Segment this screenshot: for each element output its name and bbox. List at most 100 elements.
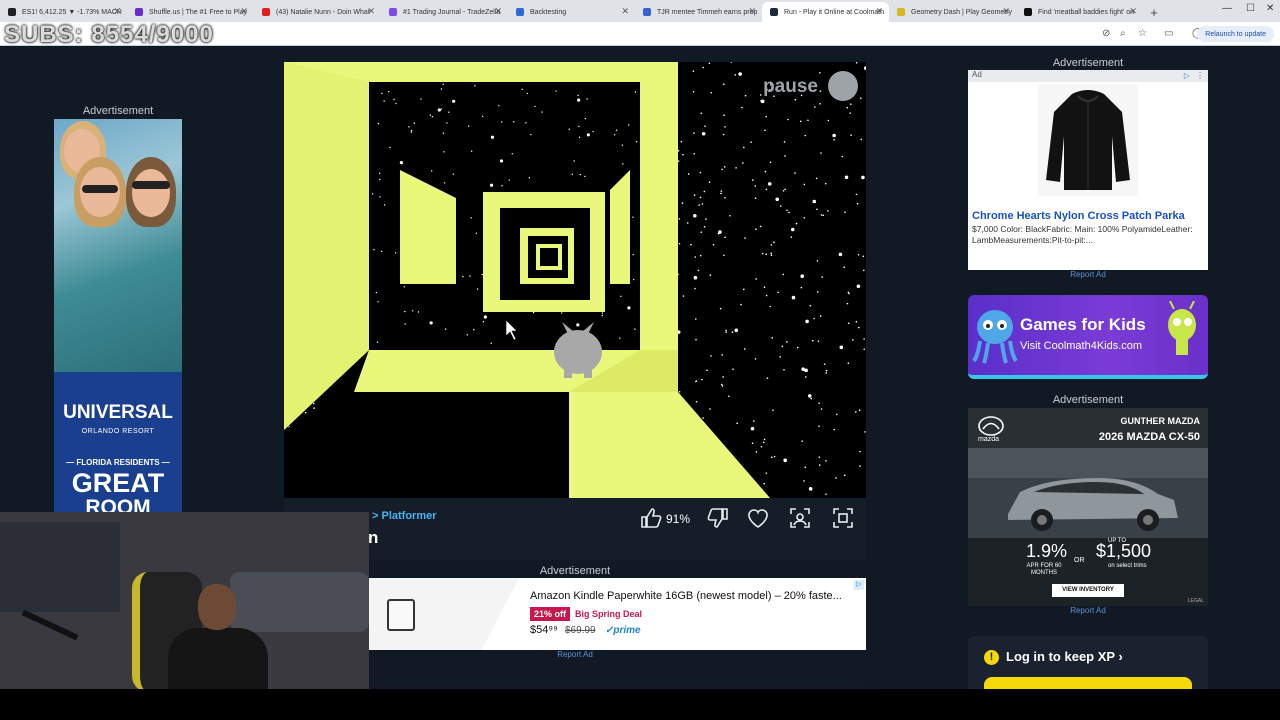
star [699,171,702,174]
games-for-kids-banner[interactable]: Games for Kids Visit Coolmath4Kids.com [968,295,1208,379]
bookmark-star-icon[interactable]: ☆ [1138,28,1147,39]
parka-ad[interactable]: Ad ▷ ⋮ Chrome Hearts Nylon Cross Patch P… [968,70,1208,270]
star [740,303,742,306]
login-keep-xp-link[interactable]: Log in to keep XP › [1006,649,1123,664]
browser-tab[interactable]: Geometry Dash | Play Geometry ✕ [889,2,1016,22]
star [724,197,726,199]
star [443,151,445,153]
maximize-icon[interactable]: ☐ [1246,3,1255,14]
tab-close-icon[interactable]: ✕ [494,6,502,17]
pause-button[interactable] [828,71,858,101]
parka-title[interactable]: Chrome Hearts Nylon Cross Patch Parka [972,210,1185,222]
star [820,408,823,410]
extension-icon[interactable]: ⊘ [1102,28,1110,39]
fullscreen-icon[interactable] [831,506,855,530]
heart-icon[interactable] [746,506,770,530]
relaunch-button[interactable]: Relaunch to update [1197,26,1274,42]
star [723,166,726,168]
ad-close-icon[interactable]: ⋮ [1196,71,1204,80]
game-canvas[interactable]: pause [284,62,866,498]
report-ad-link[interactable]: Report Ad [369,650,781,659]
star [734,328,739,333]
star [732,368,734,370]
apr-rate: 1.9% [1026,541,1068,561]
star [800,286,803,289]
pause-label[interactable]: pause [763,76,818,98]
browser-tab[interactable]: Backtesting ✕ [508,2,635,22]
mazda-ad[interactable]: mazda GUNTHER MAZDA 2026 MAZDA CX-50 1.9… [968,408,1208,606]
browser-tab[interactable]: #1 Trading Journal - TradeZella ✕ [381,2,508,22]
star [481,273,483,276]
adchoices-icon[interactable]: ▷ [1184,71,1190,80]
star [584,117,587,120]
star [429,321,433,325]
star [601,312,604,314]
report-ad-link[interactable]: Report Ad [968,606,1208,615]
tab-close-icon[interactable]: ✕ [621,6,629,17]
tab-close-icon[interactable]: ✕ [113,6,121,17]
games-for-kids-sub: Visit Coolmath4Kids.com [1020,340,1143,352]
star [844,175,849,180]
star [764,170,767,173]
star [440,108,443,110]
star [863,269,865,272]
minimize-icon[interactable]: — [1222,3,1232,14]
star [779,356,781,358]
tab-close-icon[interactable]: ✕ [748,6,756,17]
star [541,111,543,113]
star [693,275,698,280]
view-inventory-button[interactable]: VIEW INVENTORY [1052,584,1124,597]
kindle-title[interactable]: Amazon Kindle Paperwhite 16GB (newest mo… [530,590,842,602]
browser-tab[interactable]: TJR mentee Timmeh earns prop ✕ [635,2,762,22]
tab-close-icon[interactable]: ✕ [1129,6,1137,17]
star [499,159,504,163]
tab-close-icon[interactable]: ✕ [367,6,375,17]
adchoices-icon[interactable]: ▷ [854,580,864,590]
star [783,141,786,143]
screenshot-icon[interactable] [788,506,812,530]
tab-close-icon[interactable]: ✕ [1002,6,1010,17]
star [734,74,736,76]
star [501,185,503,187]
star [760,100,762,102]
thumbs-down-icon[interactable] [706,506,730,530]
browser-tab-active[interactable]: Run - Play it Online at Coolmath ✕ [762,2,889,22]
browser-tab[interactable]: Find 'meatball baddies fight' on ✕ [1016,2,1143,22]
star [788,211,790,214]
star [695,380,698,382]
star [861,175,865,180]
new-tab-button[interactable]: + [1143,2,1165,22]
tab-close-icon[interactable]: ✕ [240,6,248,17]
star [613,134,616,136]
tab-label: TJR mentee Timmeh earns prop [657,8,758,16]
star [394,252,397,254]
breadcrumb-platformer[interactable]: > Platformer [372,510,437,522]
star [701,203,704,205]
star [466,334,468,336]
close-window-icon[interactable]: ✕ [1266,3,1274,14]
kindle-ad[interactable]: Amazon Kindle Paperwhite 16GB (newest mo… [369,578,866,650]
browser-tab[interactable]: ES1! 6,412.25 ▼ -1.73% MACR ✕ [0,2,127,22]
star [404,323,406,325]
cast-icon[interactable]: ▭ [1164,28,1173,39]
star [763,482,765,485]
star [700,112,703,115]
browser-tab[interactable]: (43) Natalie Nunn - Doin What ✕ [254,2,381,22]
star [801,367,805,371]
star [474,85,476,87]
star [815,177,818,180]
star [836,413,838,416]
star [312,402,315,405]
star [863,338,865,340]
tab-favicon-icon [262,8,270,16]
report-ad-link[interactable]: Report Ad [968,270,1208,279]
star [703,225,706,228]
zoom-icon[interactable]: ⌕ [1120,28,1126,39]
tab-close-icon[interactable]: ✕ [875,6,883,17]
star [712,243,715,246]
star [804,376,807,378]
universal-ad[interactable]: UNIVERSAL ORLANDO RESORT — FLORIDA RESID… [54,119,182,514]
thumbs-up-icon[interactable] [639,506,663,530]
browser-tab[interactable]: Shuffle.us | The #1 Free to Play ✕ [127,2,254,22]
star [835,477,837,479]
